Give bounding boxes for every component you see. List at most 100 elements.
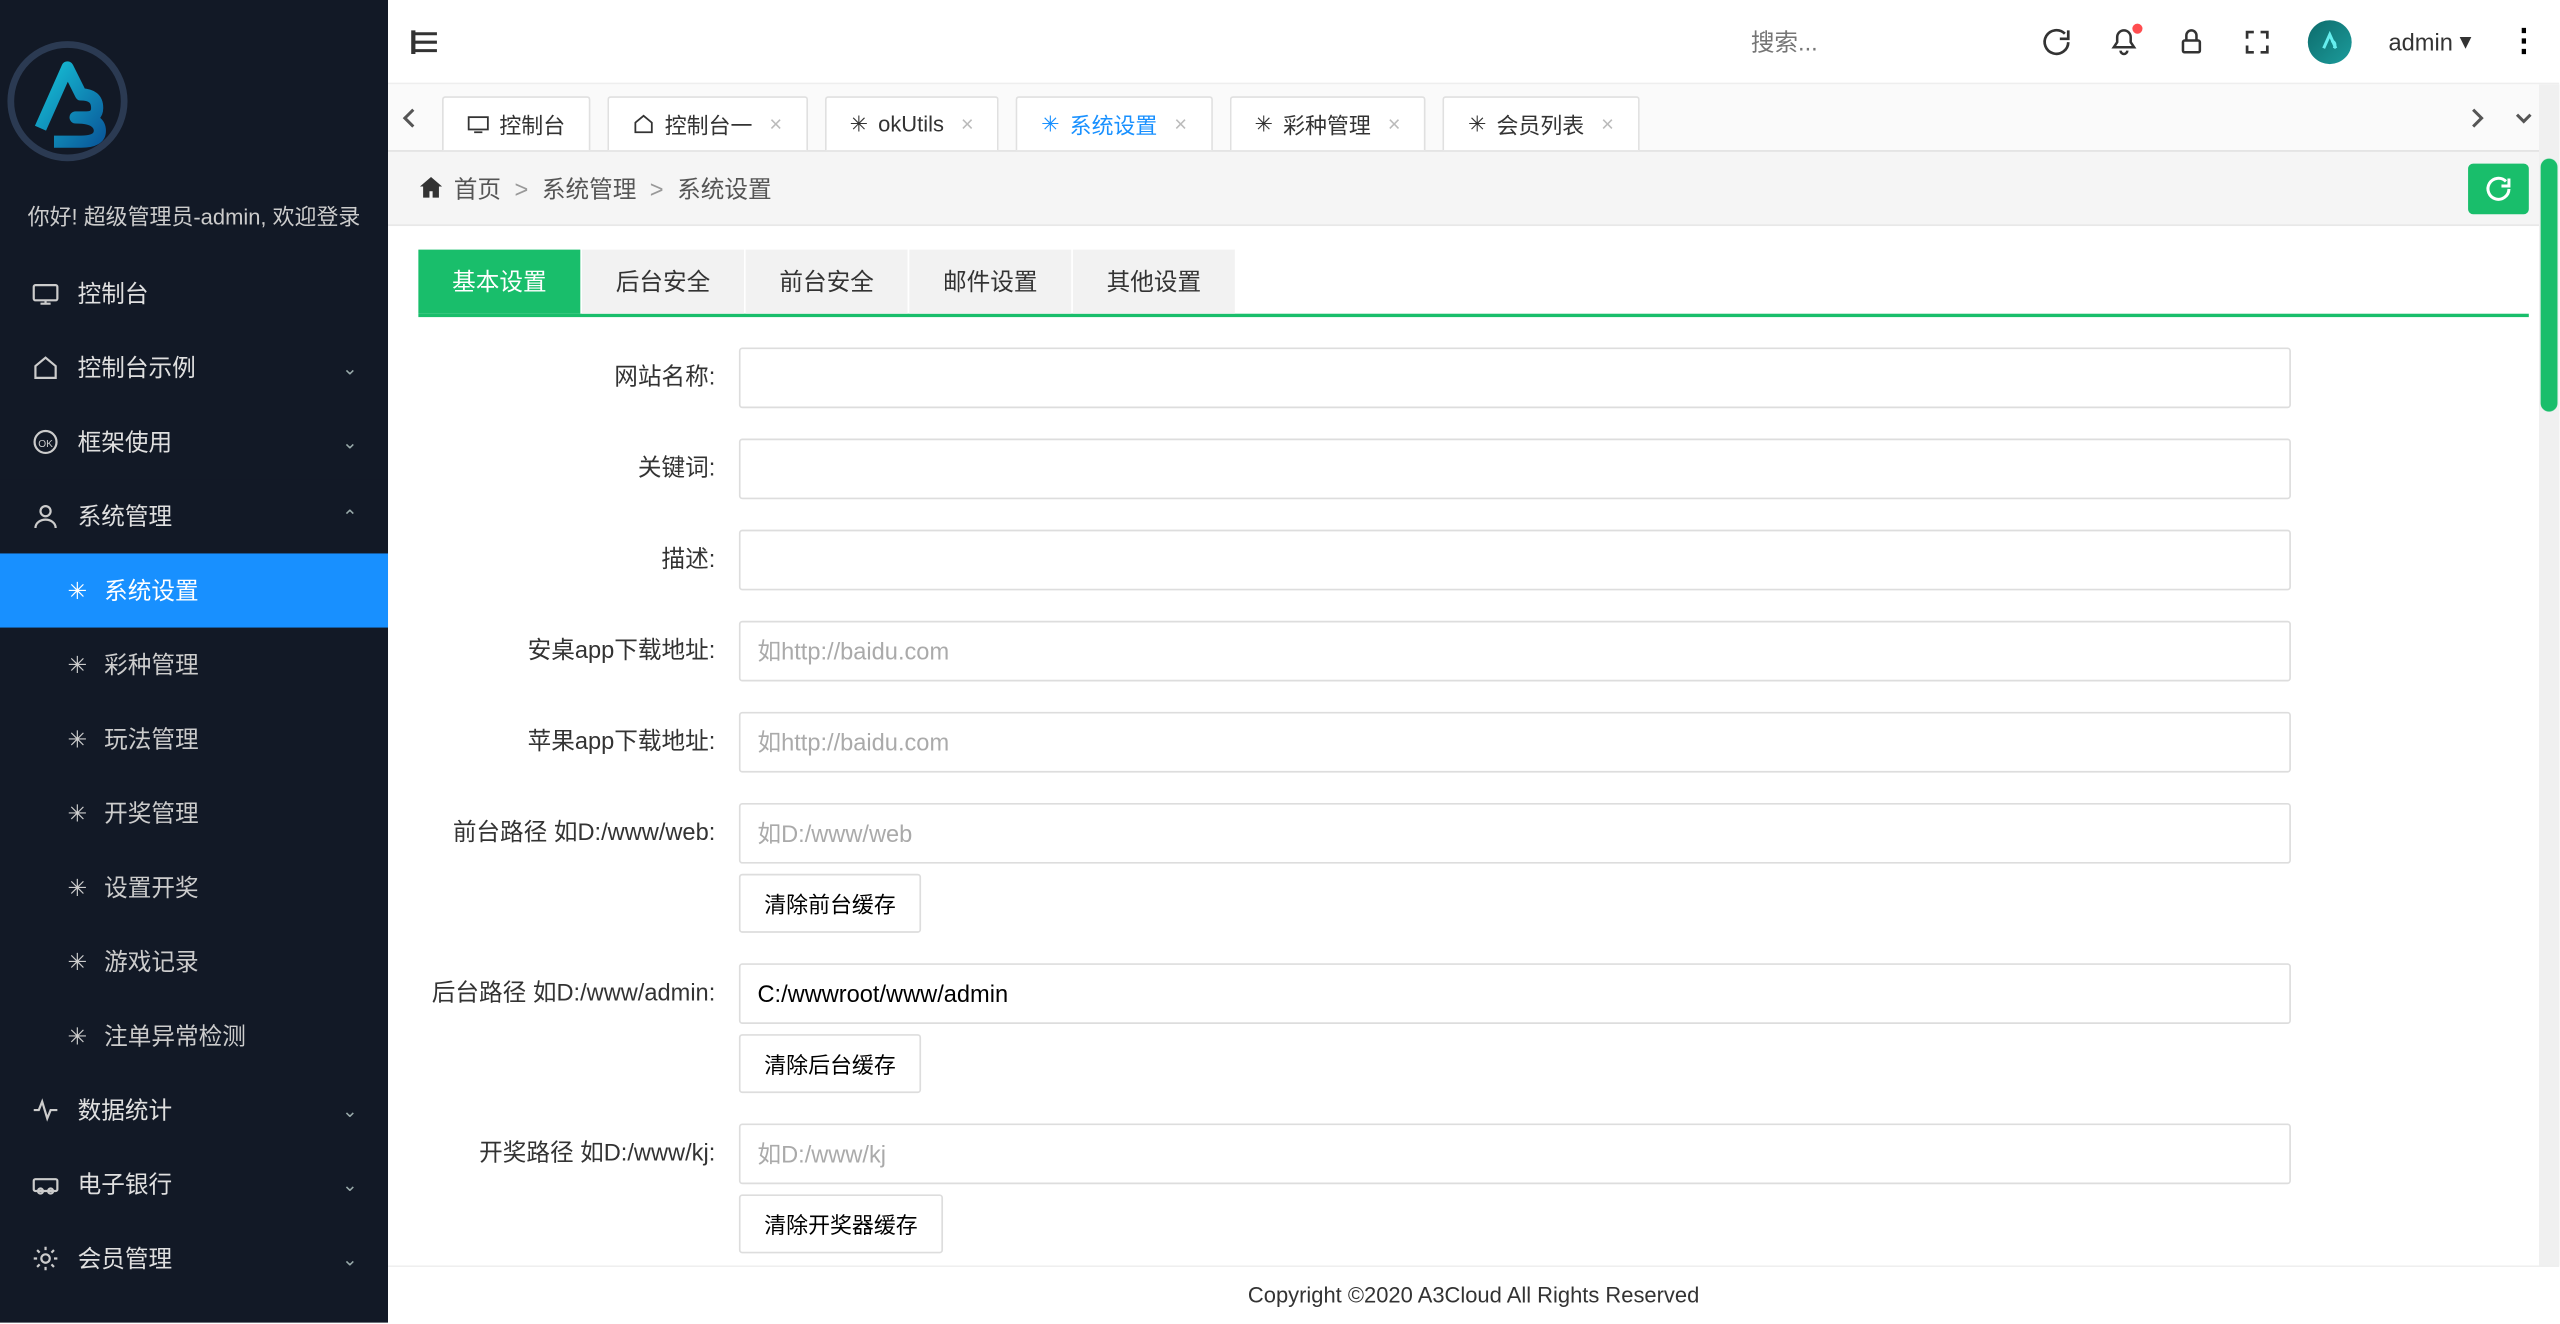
avatar[interactable] — [2308, 19, 2352, 63]
bell-icon[interactable] — [2108, 26, 2138, 56]
caret-down-icon: ▾ — [2460, 27, 2472, 56]
close-icon[interactable]: × — [1388, 111, 1401, 136]
nav-dashboard[interactable]: 控制台 — [0, 256, 388, 330]
menu-toggle-icon[interactable] — [408, 24, 459, 58]
pulse-icon — [30, 1095, 60, 1125]
nav-dashboard-example[interactable]: 控制台示例 ⌄ — [0, 331, 388, 405]
input-admin-path[interactable] — [739, 963, 2291, 1024]
gear-icon — [30, 1243, 60, 1273]
sub-lottery-type[interactable]: ✳彩种管理 — [0, 628, 388, 702]
chevron-down-icon: ⌄ — [342, 1248, 358, 1270]
tab-scroll-left[interactable] — [402, 105, 436, 129]
fullscreen-icon[interactable] — [2243, 28, 2270, 55]
home-icon — [30, 353, 60, 383]
main: admin ▾ ⋮ 控制台 控制台一× ✳okUtils× ✳系统设置× ✳彩种… — [388, 0, 2559, 1323]
sub-bet-anomaly[interactable]: ✳注单异常检测 — [0, 999, 388, 1073]
label-admin-path: 后台路径 如D:/www/admin: — [418, 963, 739, 1010]
spark-icon: ✳ — [67, 650, 87, 679]
close-icon[interactable]: × — [961, 111, 974, 136]
label-android: 安桌app下载地址: — [418, 621, 739, 668]
spark-icon: ✳ — [67, 725, 87, 754]
sub-play-manage[interactable]: ✳玩法管理 — [0, 702, 388, 776]
settings-form: 网站名称: 关键词: 描述: 安桌app下载地址: 苹果app下载地址: — [418, 317, 2528, 1322]
nav-ebank[interactable]: 电子银行 ⌄ — [0, 1147, 388, 1221]
dashboard-icon — [467, 113, 489, 135]
sidebar: 你好! 超级管理员-admin, 欢迎登录 控制台 控制台示例 ⌄ OK 框架使… — [0, 0, 388, 1323]
label-desc: 描述: — [418, 530, 739, 577]
scrollbar[interactable] — [2539, 84, 2559, 1265]
close-icon[interactable]: × — [769, 111, 782, 136]
dashboard-icon — [30, 278, 60, 308]
tab-dashboard[interactable]: 控制台 — [442, 96, 590, 150]
lock-icon[interactable] — [2176, 26, 2206, 56]
label-kj-path: 开奖路径 如D:/www/kj: — [418, 1124, 739, 1171]
inner-tabs: 基本设置 后台安全 前台安全 邮件设置 其他设置 — [418, 250, 2528, 317]
inner-tab-other[interactable]: 其他设置 — [1073, 250, 1235, 314]
bank-icon — [30, 1169, 60, 1199]
input-site-name[interactable] — [739, 348, 2291, 409]
sub-game-records[interactable]: ✳游戏记录 — [0, 924, 388, 998]
spark-icon: ✳ — [850, 110, 868, 137]
spark-icon: ✳ — [67, 873, 87, 902]
tab-member-list[interactable]: ✳会员列表× — [1443, 96, 1640, 150]
spark-icon: ✳ — [67, 799, 87, 828]
inner-tab-mail[interactable]: 邮件设置 — [909, 250, 1071, 314]
clear-kj-cache-button[interactable]: 清除开奖器缓存 — [739, 1194, 943, 1253]
spark-icon: ✳ — [67, 947, 87, 976]
breadcrumb-item: 系统设置 — [677, 171, 771, 205]
nav-stats[interactable]: 数据统计 ⌄ — [0, 1073, 388, 1147]
sub-system-settings[interactable]: ✳系统设置 — [0, 553, 388, 627]
input-desc[interactable] — [739, 530, 2291, 591]
home-icon — [418, 175, 443, 200]
tab-okutils[interactable]: ✳okUtils× — [824, 96, 999, 150]
label-site-name: 网站名称: — [418, 348, 739, 395]
tabbar: 控制台 控制台一× ✳okUtils× ✳系统设置× ✳彩种管理× ✳会员列表× — [388, 84, 2559, 151]
nav-member[interactable]: 会员管理 ⌄ — [0, 1221, 388, 1295]
ok-icon: OK — [30, 427, 60, 457]
welcome-text: 你好! 超级管理员-admin, 欢迎登录 — [0, 186, 388, 257]
footer: Copyright ©2020 A3Cloud All Rights Reser… — [388, 1265, 2559, 1322]
search-input[interactable] — [1737, 18, 2007, 65]
input-keywords[interactable] — [739, 439, 2291, 500]
chevron-down-icon: ⌄ — [342, 431, 358, 453]
input-ios[interactable] — [739, 712, 2291, 773]
input-android[interactable] — [739, 621, 2291, 682]
tab-lottery-manage[interactable]: ✳彩种管理× — [1229, 96, 1426, 150]
clear-front-cache-button[interactable]: 清除前台缓存 — [739, 874, 921, 933]
breadcrumb-home[interactable]: 首页 — [454, 171, 501, 205]
user-icon — [30, 501, 60, 531]
logo — [0, 0, 388, 186]
refresh-button[interactable] — [2468, 163, 2529, 214]
spark-icon: ✳ — [67, 1021, 87, 1050]
spark-icon: ✳ — [67, 576, 87, 605]
tab-scroll-right[interactable] — [2468, 105, 2502, 129]
spark-icon: ✳ — [1255, 110, 1273, 137]
svg-text:OK: OK — [38, 439, 53, 450]
nav-framework[interactable]: OK 框架使用 ⌄ — [0, 405, 388, 479]
clear-admin-cache-button[interactable]: 清除后台缓存 — [739, 1034, 921, 1093]
tab-dashboard-one[interactable]: 控制台一× — [607, 96, 807, 150]
chevron-down-icon: ⌄ — [342, 1173, 358, 1195]
scrollbar-thumb[interactable] — [2541, 159, 2558, 412]
refresh-icon[interactable] — [2041, 26, 2071, 56]
label-front-path: 前台路径 如D:/www/web: — [418, 803, 739, 850]
input-kj-path[interactable] — [739, 1124, 2291, 1185]
home-icon — [633, 113, 655, 135]
nav-system[interactable]: 系统管理 ⌃ — [0, 479, 388, 553]
close-icon[interactable]: × — [1601, 111, 1614, 136]
inner-tab-basic[interactable]: 基本设置 — [418, 250, 580, 314]
content: 基本设置 后台安全 前台安全 邮件设置 其他设置 网站名称: 关键词: 描述: — [388, 226, 2559, 1323]
more-icon[interactable]: ⋮ — [2509, 24, 2539, 59]
topbar: admin ▾ ⋮ — [388, 0, 2559, 84]
breadcrumb-item[interactable]: 系统管理 — [542, 171, 636, 205]
sub-draw-manage[interactable]: ✳开奖管理 — [0, 776, 388, 850]
chevron-down-icon: ⌄ — [342, 357, 358, 379]
inner-tab-front-security[interactable]: 前台安全 — [746, 250, 908, 314]
close-icon[interactable]: × — [1174, 111, 1187, 136]
user-menu[interactable]: admin ▾ — [2389, 27, 2472, 56]
inner-tab-admin-security[interactable]: 后台安全 — [582, 250, 744, 314]
spark-icon: ✳ — [1041, 110, 1059, 137]
sub-draw-settings[interactable]: ✳设置开奖 — [0, 850, 388, 924]
tab-system-settings[interactable]: ✳系统设置× — [1016, 96, 1213, 150]
input-front-path[interactable] — [739, 803, 2291, 864]
